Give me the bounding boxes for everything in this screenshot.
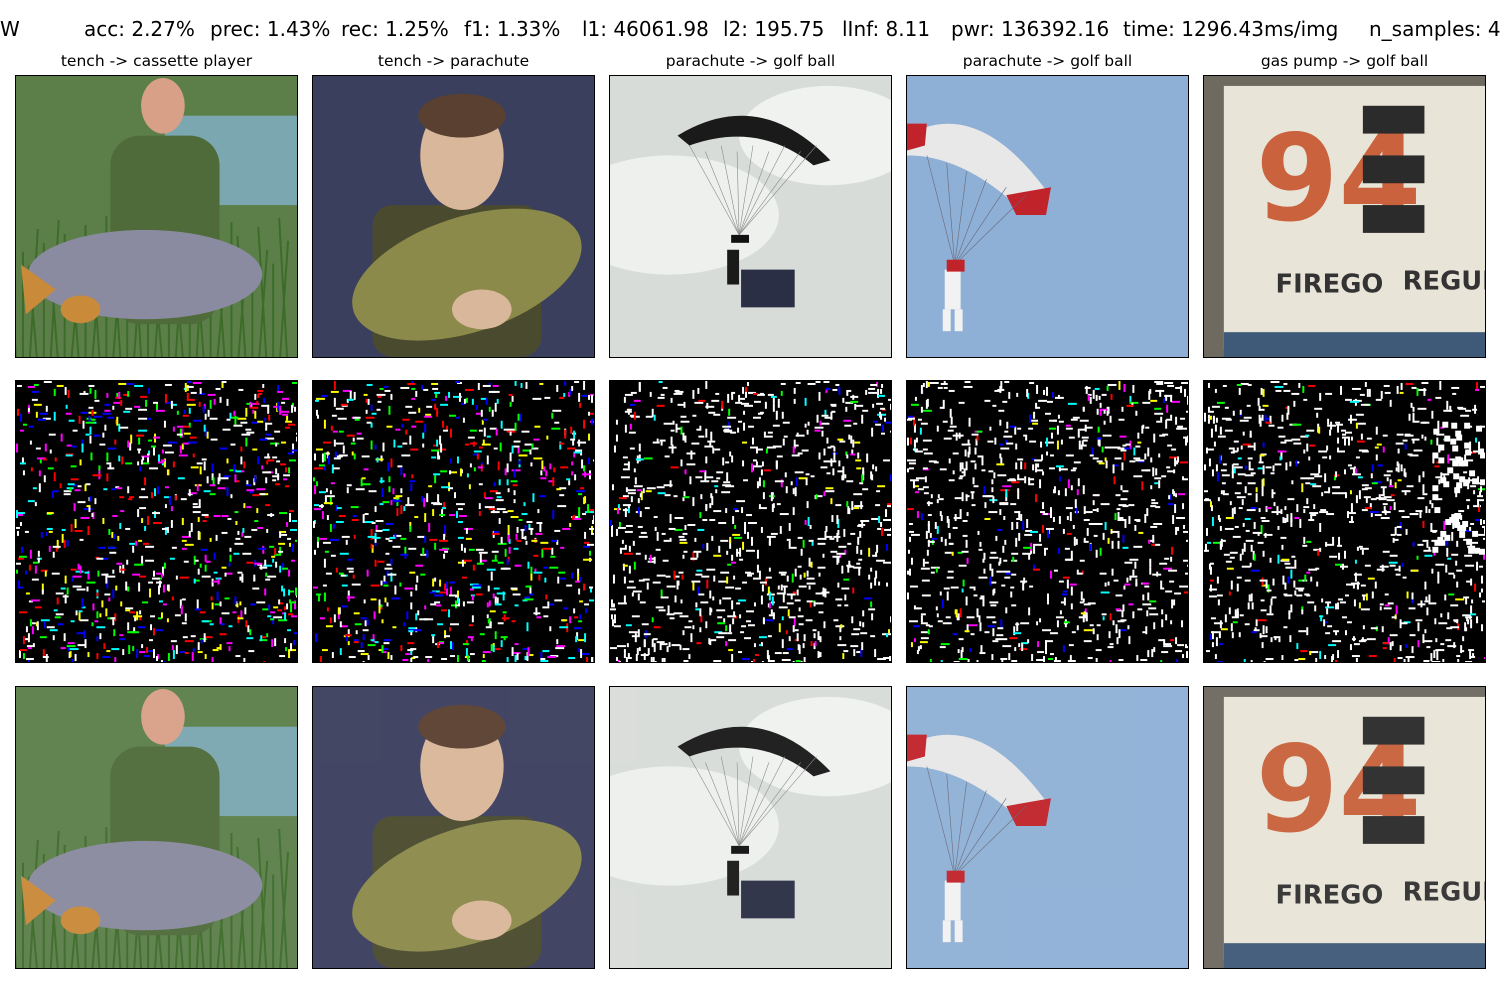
recall-stat: rec: 1.25% xyxy=(341,17,449,41)
original-image-gas-pump: 94FIREGOREGUL xyxy=(1203,75,1486,358)
column-title: parachute -> golf ball xyxy=(962,52,1133,70)
column-title: parachute -> golf ball xyxy=(665,52,836,70)
n-samples-stat: n_samples: 44 xyxy=(1369,17,1500,41)
svg-text:REGUL: REGUL xyxy=(1403,266,1485,296)
column-title: gas pump -> golf ball xyxy=(1260,52,1429,70)
l2-stat: l2: 195.75 xyxy=(723,17,825,41)
accuracy-stat: acc: 2.27% xyxy=(84,17,195,41)
column-title: tench -> cassette player xyxy=(60,52,253,70)
adversarial-image xyxy=(312,686,595,969)
original-image-parachute-2 xyxy=(906,75,1189,358)
svg-text:REGUL: REGUL xyxy=(1403,877,1485,907)
perturbation-map xyxy=(906,380,1189,663)
original-image-tench-2 xyxy=(312,75,595,358)
attack-method-label: CW xyxy=(0,17,20,41)
precision-stat: prec: 1.43% xyxy=(210,17,331,41)
column-title: tench -> parachute xyxy=(377,52,530,70)
adversarial-image xyxy=(906,686,1189,969)
original-image-parachute-1 xyxy=(609,75,892,358)
original-image-tench-1 xyxy=(15,75,298,358)
perturbation-map xyxy=(312,380,595,663)
metrics-header: CW acc: 2.27% prec: 1.43% rec: 1.25% f1:… xyxy=(0,14,1500,44)
power-stat: pwr: 136392.16 xyxy=(951,17,1110,41)
svg-text:FIREGO: FIREGO xyxy=(1275,880,1383,910)
f1-stat: f1: 1.33% xyxy=(464,17,561,41)
linf-stat: lInf: 8.11 xyxy=(842,17,931,41)
adversarial-image xyxy=(609,686,892,969)
l1-stat: l1: 46061.98 xyxy=(582,17,709,41)
adversarial-image: 94FIREGOREGUL xyxy=(1203,686,1486,969)
perturbation-map xyxy=(15,380,298,663)
time-stat: time: 1296.43ms/img xyxy=(1123,17,1339,41)
svg-text:FIREGO: FIREGO xyxy=(1275,269,1383,299)
perturbation-map xyxy=(609,380,892,663)
adversarial-image xyxy=(15,686,298,969)
perturbation-map xyxy=(1203,380,1486,663)
